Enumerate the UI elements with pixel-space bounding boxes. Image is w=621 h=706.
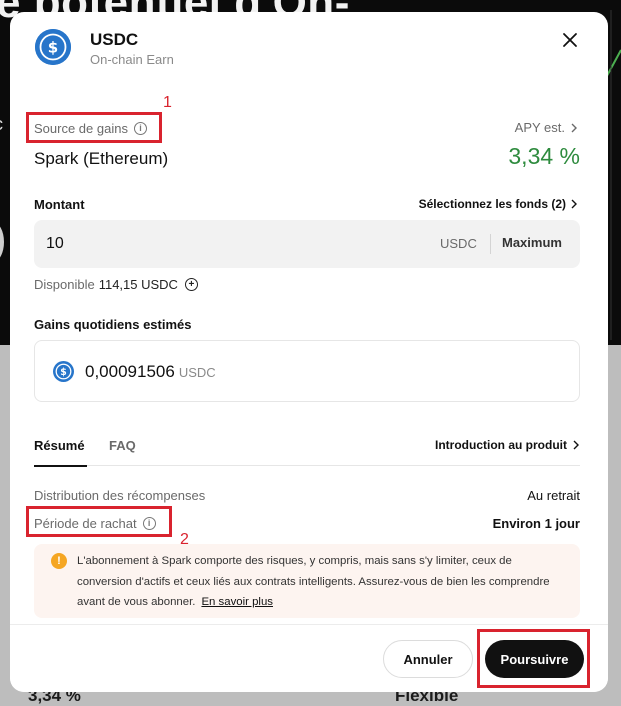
amount-input[interactable]	[46, 232, 346, 256]
close-icon	[563, 33, 577, 47]
svg-text:$: $	[60, 367, 67, 378]
risk-warning-text: L'abonnement à Spark comporte des risque…	[77, 555, 550, 608]
modal-subtitle: On-chain Earn	[90, 52, 174, 67]
daily-earnings-box: $ 0,00091506 USDC	[34, 340, 580, 402]
reward-distribution-value: Au retrait	[527, 488, 580, 503]
select-funds-link[interactable]: Sélectionnez les fonds (2)	[419, 197, 578, 211]
chevron-right-icon	[571, 123, 577, 132]
add-funds-icon[interactable]: +	[184, 278, 198, 291]
daily-earnings-label: Gains quotidiens estimés	[34, 317, 192, 332]
warning-icon: !	[51, 553, 67, 569]
cancel-button[interactable]: Annuler	[383, 640, 473, 678]
daily-earnings-value: 0,00091506 USDC	[85, 362, 216, 381]
source-of-earnings-value: Spark (Ethereum)	[34, 149, 169, 168]
reward-distribution-label: Distribution des récompenses	[34, 488, 206, 503]
modal-title: USDC	[90, 30, 139, 49]
modal-header: $ USDC On-chain Earn	[10, 12, 608, 78]
amount-unit: USDC	[440, 236, 477, 251]
amount-divider	[490, 234, 491, 254]
usdc-coin-icon: $	[35, 29, 71, 65]
maximum-button[interactable]: Maximum	[502, 235, 562, 250]
amount-label: Montant	[34, 197, 85, 212]
apy-value: 3,34 %	[508, 143, 580, 169]
learn-more-link[interactable]: En savoir plus	[201, 596, 273, 608]
annotation-number-2: 2	[180, 531, 189, 548]
usdc-coin-icon: $	[53, 361, 74, 382]
tab-faq[interactable]: FAQ	[109, 438, 136, 453]
redemption-period-value: Environ 1 jour	[492, 516, 580, 531]
annotation-box-2	[26, 506, 172, 537]
apy-estimate-link[interactable]: APY est.	[515, 120, 578, 135]
svg-text:$: $	[48, 39, 58, 57]
background-left-circle	[0, 222, 4, 262]
detail-tabs: Résumé FAQ Introduction au produit	[34, 432, 580, 467]
chevron-right-icon	[573, 440, 579, 450]
tab-summary[interactable]: Résumé	[34, 438, 87, 467]
annotation-box-1	[26, 112, 162, 143]
chevron-right-icon	[571, 199, 577, 209]
annotation-box-continue	[477, 629, 590, 688]
risk-warning: ! L'abonnement à Spark comporte des risq…	[34, 544, 580, 618]
amount-field-container: USDC Maximum	[34, 220, 580, 268]
annotation-number-1: 1	[163, 94, 172, 111]
product-intro-link[interactable]: Introduction au produit	[435, 438, 580, 452]
background-left-fragment: c	[0, 114, 3, 135]
close-button[interactable]	[558, 28, 582, 52]
available-balance: Disponible 114,15 USDC +	[34, 277, 198, 292]
